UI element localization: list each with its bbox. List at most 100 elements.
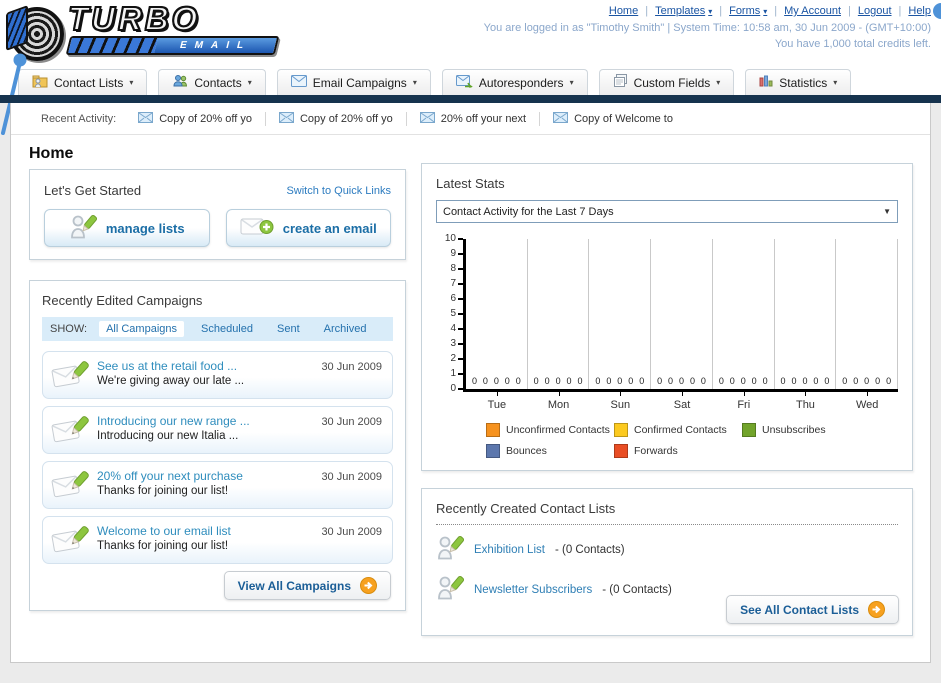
chart-value-label: 0 xyxy=(577,376,583,386)
nav-link-help[interactable]: Help xyxy=(908,5,931,17)
chart-value-label: 0 xyxy=(780,376,786,386)
chart-value-label: 0 xyxy=(533,376,539,386)
nav-link-home[interactable]: Home xyxy=(609,5,638,17)
nav-link-templates[interactable]: Templates ▾ xyxy=(655,5,712,17)
campaign-row[interactable]: See us at the retail food ... We're givin… xyxy=(42,351,393,399)
chart-value-label: 0 xyxy=(628,376,634,386)
chevron-down-icon: ▾ xyxy=(708,7,713,16)
campaign-title-link[interactable]: Welcome to our email list xyxy=(97,524,304,538)
x-tick-label: Sun xyxy=(589,392,651,411)
campaign-row[interactable]: Introducing our new range ... Introducing… xyxy=(42,406,393,454)
recent-activity-item-label: Copy of 20% off yo xyxy=(299,112,393,125)
chart-value-label: 0 xyxy=(762,376,768,386)
tab-statistics[interactable]: Statistics ▾ xyxy=(745,69,852,95)
y-tick-label: 1 xyxy=(450,368,463,380)
filter-scheduled[interactable]: Scheduled xyxy=(194,321,260,337)
chart-value-label: 0 xyxy=(718,376,724,386)
nav-link-logout[interactable]: Logout xyxy=(858,5,892,17)
envelope-small-icon xyxy=(553,111,569,126)
legend-item-confirmed-contacts: Confirmed Contacts xyxy=(614,423,742,437)
envelope-pencil-icon xyxy=(50,468,90,507)
contact-activity-chart: 10 9 8 7 6 5 4 3 2 1 0 000000000000000000000000000… xyxy=(436,233,899,411)
campaign-row[interactable]: Welcome to our email list Thanks for join… xyxy=(42,516,393,564)
chart-day-column: 00000 xyxy=(836,239,899,389)
filter-sent[interactable]: Sent xyxy=(270,321,307,337)
campaigns-title: Recently Edited Campaigns xyxy=(42,293,203,308)
nav-separator: | xyxy=(719,5,723,17)
campaign-title-link[interactable]: See us at the retail food ... xyxy=(97,359,304,373)
nav-link-my-account[interactable]: My Account xyxy=(784,5,841,17)
nav-separator: | xyxy=(848,5,851,17)
recent-activity-item[interactable]: Copy of Welcome to xyxy=(539,111,673,126)
stats-period-select[interactable]: Contact Activity for the Last 7 Days ▼ xyxy=(436,200,898,223)
create-an-email-button[interactable]: create an email xyxy=(225,209,391,247)
chart-value-labels: 00000 xyxy=(528,376,589,386)
campaign-title-link[interactable]: 20% off your next purchase xyxy=(97,469,304,483)
chart-y-axis: 10 9 8 7 6 5 4 3 2 1 0 xyxy=(436,233,463,394)
chart-value-label: 0 xyxy=(555,376,561,386)
campaign-title-link[interactable]: Introducing our new range ... xyxy=(97,414,304,428)
chart-value-labels: 00000 xyxy=(651,376,712,386)
chart-value-label: 0 xyxy=(639,376,645,386)
see-all-contact-lists-button[interactable]: See All Contact Lists xyxy=(726,595,899,624)
chart-value-label: 0 xyxy=(595,376,601,386)
chevron-down-icon: ▾ xyxy=(716,78,721,87)
chart-value-label: 0 xyxy=(729,376,735,386)
x-tick-label: Tue xyxy=(466,392,528,411)
chart-value-labels: 00000 xyxy=(836,376,897,386)
logo-subtitle: EMAIL xyxy=(154,38,277,53)
see-all-contact-lists-label: See All Contact Lists xyxy=(740,602,859,617)
switch-quick-links-link[interactable]: Switch to Quick Links xyxy=(286,185,391,197)
tab-custom-fields[interactable]: Custom Fields ▾ xyxy=(598,69,735,95)
envelope-pencil-icon xyxy=(50,523,90,562)
y-tick-value: 9 xyxy=(450,248,456,259)
y-tick-mark xyxy=(458,373,463,375)
y-tick-value: 0 xyxy=(450,383,456,394)
filter-all-campaigns[interactable]: All Campaigns xyxy=(99,321,184,337)
nav-link-forms[interactable]: Forms ▾ xyxy=(729,5,767,17)
chart-day-column: 00000 xyxy=(713,239,775,389)
campaign-subtitle: We're giving away our late ... xyxy=(97,375,245,387)
recent-activity-item[interactable]: Copy of 20% off yo xyxy=(138,111,252,126)
manage-lists-label: manage lists xyxy=(105,220,185,236)
contact-lists-icon xyxy=(32,74,48,91)
statistics-icon xyxy=(759,75,773,90)
tab-autoresponders[interactable]: Autoresponders ▾ xyxy=(441,69,588,95)
recent-activity-item[interactable]: 20% off your next xyxy=(405,111,526,126)
filter-archived[interactable]: Archived xyxy=(317,321,374,337)
chevron-down-icon: ▾ xyxy=(412,78,417,87)
y-tick-value: 3 xyxy=(450,338,456,349)
campaign-filter-bar: SHOW: All Campaigns Scheduled Sent Archived xyxy=(42,317,393,341)
contact-list-link[interactable]: Exhibition List xyxy=(474,544,545,556)
chart-value-label: 0 xyxy=(791,376,797,386)
chart-value-label: 0 xyxy=(679,376,685,386)
manage-lists-button[interactable]: manage lists xyxy=(44,209,210,247)
legend-item-bounces: Bounces xyxy=(486,444,614,458)
y-tick-label: 3 xyxy=(450,338,463,350)
tab-contacts[interactable]: Contacts ▾ xyxy=(158,69,266,95)
y-tick-value: 6 xyxy=(450,293,456,304)
legend-label: Forwards xyxy=(634,445,678,457)
tab-label: Contact Lists xyxy=(54,75,124,90)
logo-title: TURBO xyxy=(67,0,201,37)
campaign-row[interactable]: 20% off your next purchase Thanks for joi… xyxy=(42,461,393,509)
chart-value-labels: 00000 xyxy=(775,376,836,386)
legend-swatch xyxy=(742,423,756,437)
turbo-email-logo: TURBO EMAIL xyxy=(6,0,280,61)
contact-list-count: - (0 Contacts) xyxy=(602,583,672,596)
view-all-campaigns-button[interactable]: View All Campaigns xyxy=(223,571,391,600)
chart-value-label: 0 xyxy=(740,376,746,386)
contact-list-count: - (0 Contacts) xyxy=(554,543,625,556)
legend-item-unconfirmed-contacts: Unconfirmed Contacts xyxy=(486,423,614,437)
app-screen: TURBO EMAIL Home | Templates ▾ | Forms ▾ | My Ac… xyxy=(0,0,941,683)
tab-email-campaigns[interactable]: Email Campaigns ▾ xyxy=(276,69,431,95)
contact-list-link[interactable]: Newsletter Subscribers xyxy=(474,584,592,596)
contact-list-item[interactable]: Exhibition List - (0 Contacts) xyxy=(436,534,898,565)
login-status-text: You are logged in as "Timothy Smith" | S… xyxy=(483,22,931,34)
envelope-plus-icon xyxy=(240,216,274,241)
recent-activity-item[interactable]: Copy of 20% off yo xyxy=(264,111,393,126)
campaign-subtitle: Thanks for joining our list! xyxy=(97,485,229,497)
stats-period-value: Contact Activity for the Last 7 Days xyxy=(443,205,614,218)
tab-contact-lists[interactable]: Contact Lists ▾ xyxy=(18,69,148,95)
chart-value-label: 0 xyxy=(689,376,695,386)
